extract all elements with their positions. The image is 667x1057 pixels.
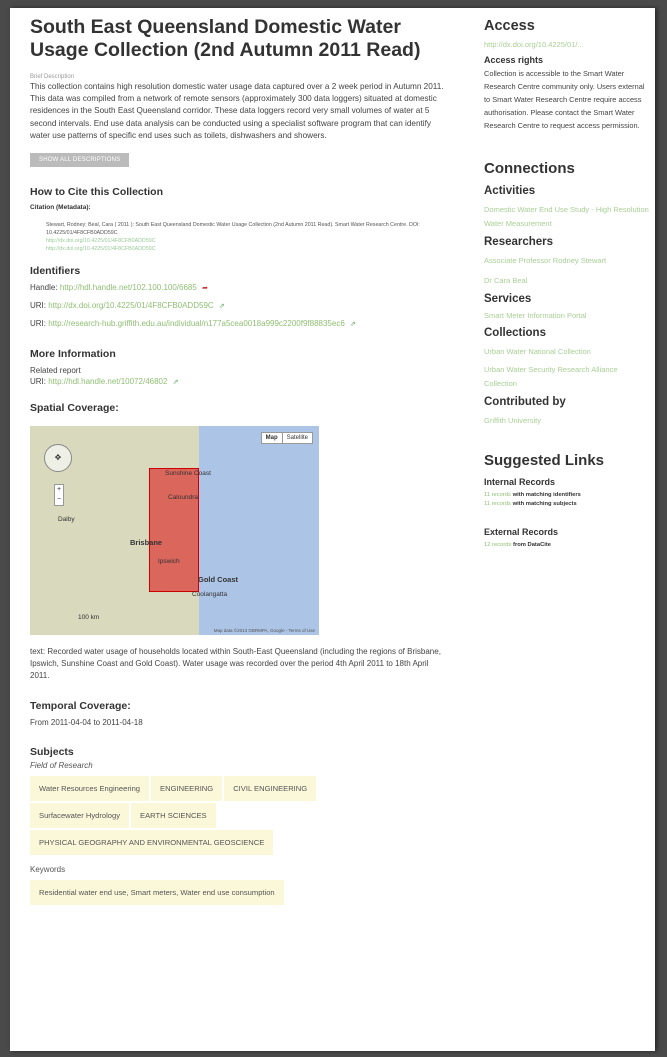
connections-heading: Connections [484, 159, 575, 177]
external-records-heading: External Records [484, 527, 559, 537]
record-count-text: with matching subjects [512, 501, 577, 507]
map-scale: 100 km [78, 614, 100, 622]
uri-link[interactable]: http://dx.doi.org/10.4225/01/4F8CFB0ADD5… [48, 301, 213, 310]
suggested-links-heading: Suggested Links [484, 452, 605, 469]
record-count-text: with matching identifiers [512, 492, 581, 498]
internal-record-row: 11 records with matching identifiers [484, 491, 649, 500]
subject-tag[interactable]: Water Resources Engineering [30, 776, 150, 802]
map-zoom-control[interactable]: + − [54, 484, 64, 507]
service-link[interactable]: Smart Meter Information Portal [484, 309, 649, 324]
citation-block: Stewart, Rodney; Beal, Cara ( 2011 ): So… [46, 221, 450, 253]
handle-label: Handle: [30, 283, 58, 293]
uri-row: URI: http://dx.doi.org/10.4225/01/4F8CFB… [30, 301, 450, 310]
uri-link[interactable]: http://research-hub.griffith.edu.au/indi… [48, 319, 345, 328]
satellite-button[interactable]: Satellite [283, 433, 312, 443]
external-link-icon: ⇗ [172, 379, 179, 387]
access-rights-heading: Access rights [484, 54, 544, 65]
related-report-link[interactable]: http://hdl.handle.net/10072/46802 [48, 377, 167, 386]
access-rights-text: Collection is accessible to the Smart Wa… [484, 68, 645, 130]
temporal-heading: Temporal Coverage: [30, 700, 131, 713]
map-label: Ipswich [158, 558, 180, 566]
show-all-descriptions-button[interactable]: SHOW ALL DESCRIPTIONS [30, 153, 130, 168]
coverage-rectangle [149, 468, 199, 593]
description-text: This collection contains high resolution… [30, 82, 444, 140]
uri-label: URI: [30, 319, 46, 329]
map-type-toggle[interactable]: Map Satellite [260, 432, 313, 445]
handle-link[interactable]: http://hdl.handle.net/102.100.100/6685 [60, 283, 197, 292]
map-label: Sunshine Coast [165, 470, 211, 478]
researcher-link[interactable]: Dr Cara Beal [484, 274, 649, 289]
map-button[interactable]: Map [262, 433, 283, 444]
subject-tag[interactable]: CIVIL ENGINEERING [224, 776, 317, 802]
map-label: Coolangatta [192, 591, 228, 599]
cite-heading: How to Cite this Collection [30, 186, 163, 199]
more-info-heading: More Information [30, 348, 116, 361]
researchers-heading: Researchers [484, 235, 554, 248]
field-of-research-label: Field of Research [30, 761, 93, 771]
citation-link[interactable]: http://dx.doi.org/10.4225/01/4F8CFB0ADD5… [46, 237, 450, 245]
spatial-text: text: Recorded water usage of households… [30, 647, 441, 681]
keyword-tag[interactable]: Residential water end use, Smart meters,… [30, 880, 284, 906]
record-count-text: from DataCite [513, 542, 552, 548]
collections-heading: Collections [484, 327, 546, 339]
record-page: South East Queensland Domestic Water Usa… [10, 8, 655, 1051]
researcher-link[interactable]: Associate Professor Rodney Stewart [484, 254, 649, 269]
identifiers-heading: Identifiers [30, 265, 81, 278]
sidebar: Access http://dx.doi.org/10.4225/01/... … [484, 8, 649, 550]
citation-text: Stewart, Rodney; Beal, Cara ( 2011 ): So… [46, 222, 420, 237]
main-content: South East Queensland Domestic Water Usa… [30, 8, 450, 907]
handle-icon: ➦ [202, 285, 208, 293]
map-sea [199, 426, 319, 636]
services-heading: Services [484, 292, 532, 305]
internal-record-row: 11 records with matching subjects [484, 500, 649, 509]
activity-link[interactable]: Domestic Water End Use Study - High Reso… [484, 203, 649, 232]
related-report-label: Related report [30, 366, 81, 376]
record-count-link[interactable]: 11 records [484, 501, 511, 507]
subject-tag[interactable]: ENGINEERING [151, 776, 223, 802]
external-link-icon: ⇗ [218, 303, 225, 311]
collection-link[interactable]: Urban Water Security Research Alliance C… [484, 363, 649, 392]
subject-tags-row: Water Resources Engineering ENGINEERING … [30, 776, 450, 803]
more-info-uri-row: URI: http://hdl.handle.net/10072/46802 ⇗ [30, 377, 450, 386]
internal-records-heading: Internal Records [484, 477, 556, 487]
map-label: Brisbane [130, 538, 163, 548]
page-title: South East Queensland Domestic Water Usa… [30, 16, 421, 61]
citation-link[interactable]: http://dx.doi.org/10.4225/01/4F8CFB0ADD5… [46, 245, 450, 253]
map-label: Gold Coast [198, 575, 239, 585]
keywords-row: Residential water end use, Smart meters,… [30, 880, 450, 907]
uri-label: URI: [30, 301, 46, 311]
external-record-row: 12 records from DataCite [484, 541, 649, 550]
map[interactable]: ✥ + − Map Satellite Sunshine Coast Caloun… [30, 426, 319, 636]
subject-tag[interactable]: PHYSICAL GEOGRAPHY AND ENVIRONMENTAL GEO… [30, 830, 274, 856]
handle-row: Handle: http://hdl.handle.net/102.100.10… [30, 283, 450, 292]
uri-row: URI: http://research-hub.griffith.edu.au… [30, 319, 450, 328]
external-link-icon: ⇗ [350, 321, 356, 329]
access-link[interactable]: http://dx.doi.org/10.4225/01/... [484, 38, 649, 53]
map-label: Caloundra [168, 494, 198, 502]
access-heading: Access [484, 18, 535, 34]
subject-tags-row: Surfacewater Hydrology EARTH SCIENCES [30, 803, 450, 830]
contributor-link[interactable]: Griffith University [484, 414, 649, 429]
contributed-heading: Contributed by [484, 395, 566, 408]
collection-link[interactable]: Urban Water National Collection [484, 345, 649, 360]
temporal-text: From 2011-04-04 to 2011-04-18 [30, 718, 143, 728]
record-count-link[interactable]: 11 records [484, 492, 511, 498]
subject-tag[interactable]: EARTH SCIENCES [131, 803, 216, 829]
citation-label: Citation (Metadata): [30, 204, 91, 212]
subject-tags-row: PHYSICAL GEOGRAPHY AND ENVIRONMENTAL GEO… [30, 830, 450, 857]
uri-label: URI: [30, 377, 46, 387]
map-pan-control[interactable]: ✥ [44, 444, 72, 473]
keywords-label: Keywords [30, 865, 66, 875]
subjects-heading: Subjects [30, 746, 74, 759]
record-count-link[interactable]: 12 records [484, 542, 511, 548]
map-label: Dalby [58, 516, 75, 524]
map-legal[interactable]: Map data ©2013 GBRMPA, Google - Terms of… [214, 628, 315, 633]
spatial-heading: Spatial Coverage: [30, 402, 119, 415]
activities-heading: Activities [484, 184, 536, 197]
brief-description-label: Brief Description [30, 74, 75, 80]
subject-tag[interactable]: Surfacewater Hydrology [30, 803, 130, 829]
